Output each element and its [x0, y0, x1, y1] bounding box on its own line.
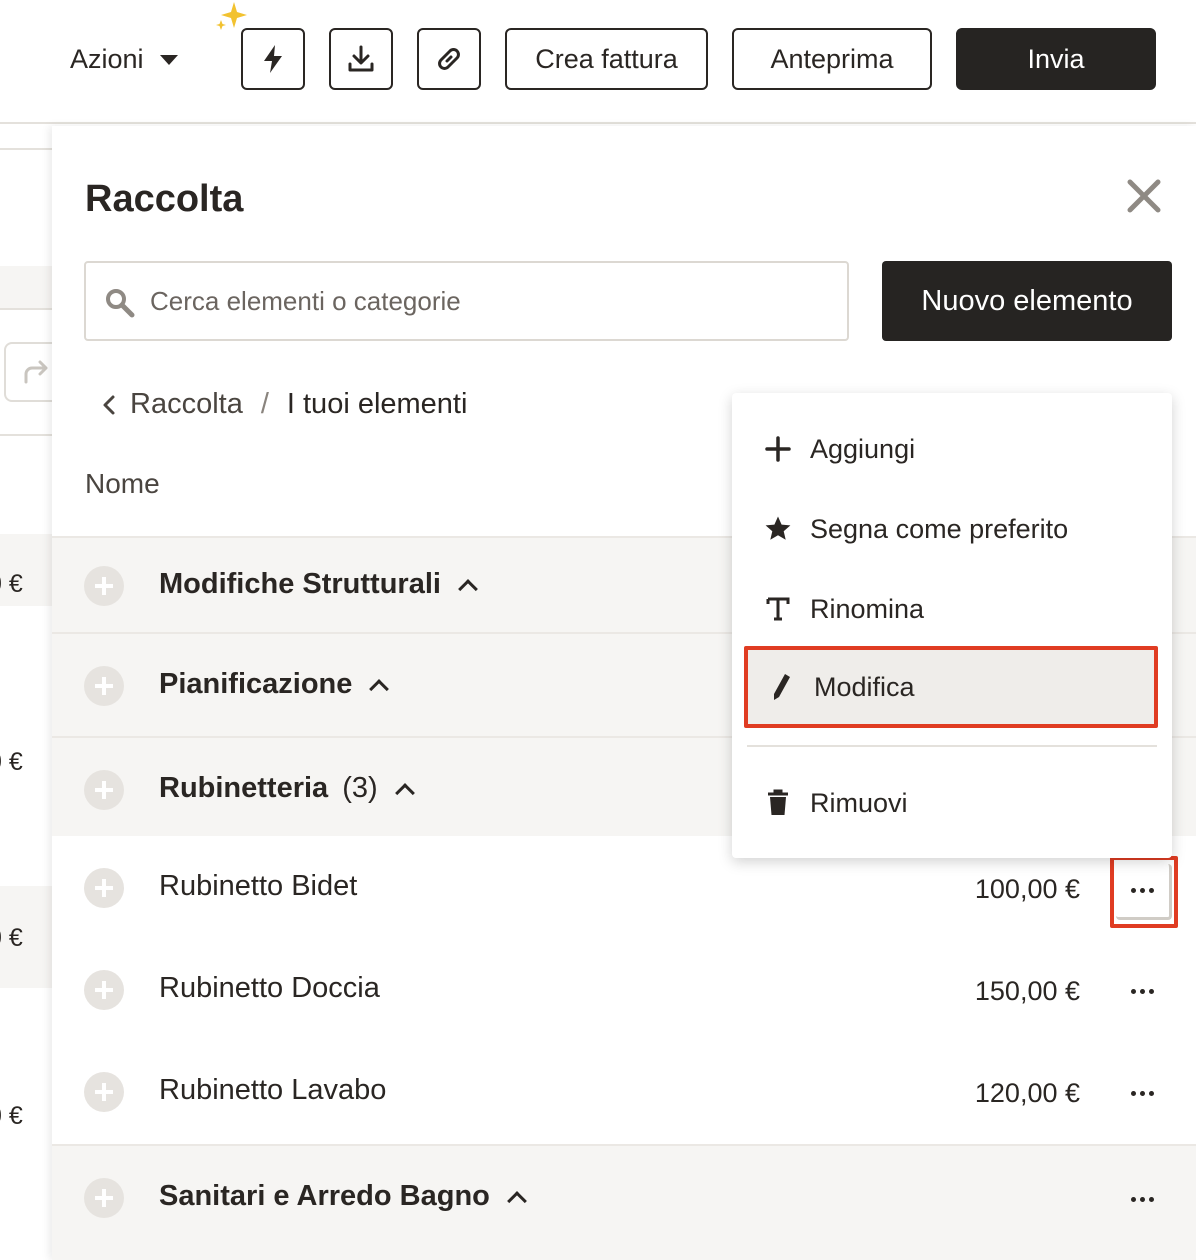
drawer-title: Raccolta	[85, 178, 244, 220]
search-icon	[106, 289, 135, 318]
bolt-icon	[264, 45, 282, 73]
menu-item-label: Aggiungi	[810, 433, 916, 464]
category-name: Modifiche Strutturali	[159, 568, 441, 600]
download-button[interactable]	[329, 28, 393, 90]
category-label: Modifiche Strutturali	[159, 568, 478, 601]
divider	[0, 434, 52, 436]
background-value: 0 €	[0, 570, 23, 598]
redo-button[interactable]	[4, 342, 52, 402]
menu-divider	[747, 745, 1157, 747]
create-invoice-button[interactable]: Crea fattura	[505, 28, 708, 90]
breadcrumb-separator: /	[260, 388, 269, 420]
background-band	[0, 266, 52, 308]
breadcrumb: Raccolta / I tuoi elementi	[102, 388, 467, 421]
list-item[interactable]: Rubinetto Lavabo 120,00 €	[52, 1042, 1196, 1144]
ellipsis-icon	[1130, 1196, 1154, 1202]
add-circle-icon[interactable]	[84, 666, 124, 706]
category-name: Pianificazione	[159, 668, 353, 700]
background-value: 0 €	[0, 924, 23, 952]
add-circle-icon[interactable]	[84, 970, 124, 1010]
menu-item-label: Modifica	[814, 671, 915, 702]
close-button[interactable]	[1124, 176, 1164, 216]
menu-item-rename[interactable]: Rinomina	[752, 577, 1152, 641]
add-circle-icon[interactable]	[84, 770, 124, 810]
category-count: (3)	[342, 772, 378, 804]
add-circle-icon[interactable]	[84, 566, 124, 606]
breadcrumb-back-link[interactable]: Raccolta	[102, 388, 243, 421]
chevron-up-icon[interactable]	[458, 578, 478, 599]
more-options-button[interactable]	[1110, 1174, 1174, 1224]
ellipsis-icon	[1131, 888, 1154, 893]
add-circle-icon[interactable]	[84, 1178, 124, 1218]
chevron-left-icon	[103, 395, 115, 414]
ellipsis-icon	[1130, 1090, 1154, 1096]
pencil-icon	[768, 673, 796, 701]
menu-item-favorite[interactable]: Segna come preferito	[752, 497, 1152, 561]
automation-button[interactable]	[241, 28, 305, 90]
preview-button[interactable]: Anteprima	[732, 28, 932, 90]
star-icon	[764, 515, 792, 543]
more-options-button[interactable]	[1110, 856, 1178, 928]
category-label: Pianificazione	[159, 668, 390, 701]
link-button[interactable]	[417, 28, 481, 90]
close-icon	[1127, 179, 1161, 213]
item-context-menu: Aggiungi Segna come preferito Rinomina M…	[732, 393, 1172, 858]
breadcrumb-current: I tuoi elementi	[286, 388, 468, 420]
text-icon	[764, 595, 792, 623]
divider	[0, 308, 52, 310]
category-label: Sanitari e Arredo Bagno	[159, 1180, 527, 1213]
top-toolbar: Azioni Crea fattura Anteprima Invia	[0, 0, 1196, 124]
background-value: 0 €	[0, 748, 23, 776]
actions-label: Azioni	[70, 43, 144, 74]
column-header-name: Nome	[85, 468, 160, 499]
menu-item-add[interactable]: Aggiungi	[752, 417, 1152, 481]
send-button[interactable]: Invia	[956, 28, 1156, 90]
actions-dropdown[interactable]: Azioni	[70, 40, 178, 78]
item-price: 150,00 €	[974, 976, 1080, 1006]
menu-item-label: Rimuovi	[810, 787, 908, 818]
category-label: Rubinetteria (3)	[159, 772, 415, 805]
item-price: 120,00 €	[974, 1078, 1080, 1108]
menu-item-label: Segna come preferito	[810, 513, 1069, 544]
chevron-up-icon[interactable]	[506, 1190, 527, 1211]
new-item-button[interactable]: Nuovo elemento	[882, 261, 1172, 341]
breadcrumb-parent: Raccolta	[130, 388, 243, 420]
item-name: Rubinetto Bidet	[159, 870, 358, 902]
list-item[interactable]: Rubinetto Doccia 150,00 €	[52, 940, 1196, 1042]
menu-item-label: Rinomina	[810, 593, 925, 624]
menu-item-remove[interactable]: Rimuovi	[752, 771, 1152, 835]
chevron-up-icon[interactable]	[394, 782, 415, 803]
ellipsis-icon	[1130, 988, 1154, 994]
search-input[interactable]	[150, 273, 830, 329]
more-options-button[interactable]	[1110, 966, 1174, 1016]
category-name: Rubinetteria	[159, 772, 329, 804]
category-row[interactable]: Sanitari e Arredo Bagno	[52, 1144, 1196, 1260]
more-options-button[interactable]	[1110, 1068, 1174, 1118]
trash-icon	[764, 789, 792, 817]
search-field[interactable]	[84, 261, 849, 341]
menu-item-edit[interactable]: Modifica	[744, 646, 1158, 728]
download-icon	[348, 45, 374, 72]
item-name: Rubinetto Doccia	[159, 972, 380, 1004]
background-value: 0 €	[0, 1102, 23, 1130]
chevron-up-icon[interactable]	[369, 678, 390, 699]
category-name: Sanitari e Arredo Bagno	[159, 1180, 490, 1212]
caret-down-icon	[159, 55, 178, 65]
add-circle-icon[interactable]	[84, 868, 124, 908]
divider	[0, 148, 52, 150]
item-price: 100,00 €	[974, 874, 1080, 904]
add-circle-icon[interactable]	[84, 1072, 124, 1112]
redo-icon	[24, 360, 48, 384]
link-icon	[438, 48, 460, 70]
background-page: 0 € 0 € 0 € 0 €	[0, 124, 52, 1260]
item-name: Rubinetto Lavabo	[159, 1074, 387, 1106]
plus-icon	[764, 435, 792, 463]
